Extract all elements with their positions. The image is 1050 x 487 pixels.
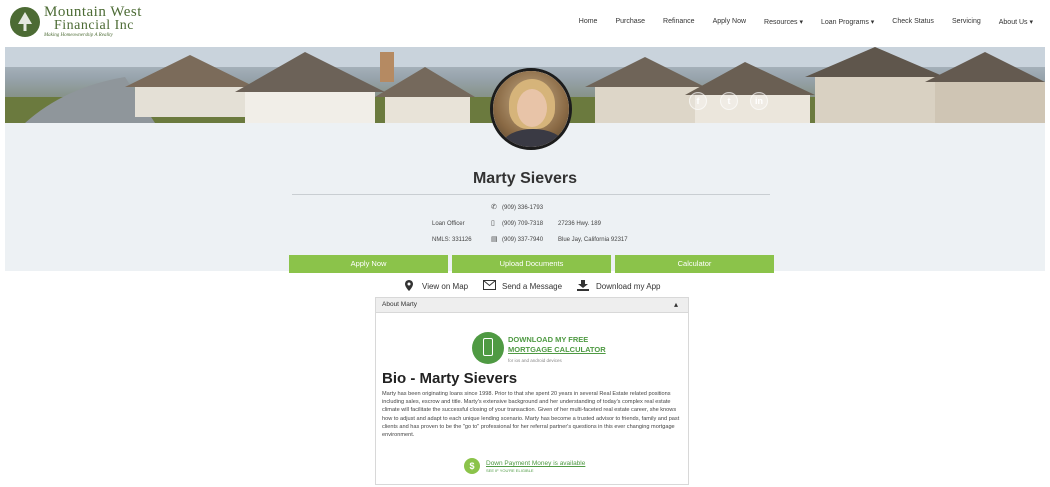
brand-tagline: Making Homeownership A Reality (44, 33, 113, 38)
mobile-icon: ▯ (491, 220, 495, 227)
download-app-link[interactable]: Download my App (596, 282, 660, 294)
address-line1: 27236 Hwy. 189 (558, 221, 601, 227)
twitter-icon[interactable]: t (720, 92, 738, 110)
down-payment-link[interactable]: Down Payment Money is available (486, 460, 585, 467)
nmls-number: NMLS: 331126 (432, 237, 472, 243)
bio-text: Marty has been originating loans since 1… (382, 391, 680, 439)
collapse-chevron-icon[interactable]: ▴ (674, 300, 678, 309)
calculator-app-icon (472, 332, 504, 364)
nav-refinance[interactable]: Refinance (654, 18, 704, 26)
address-line2: Blue Jay, California 92317 (558, 237, 628, 243)
main-nav: Home Purchase Refinance Apply Now Resour… (570, 18, 1042, 26)
nav-check-status[interactable]: Check Status (883, 18, 943, 26)
nav-home[interactable]: Home (570, 18, 607, 26)
apply-now-button[interactable]: Apply Now (289, 255, 448, 273)
phone-number[interactable]: (909) 336-1793 (502, 205, 543, 211)
site-logo[interactable]: Mountain West Financial Inc Making Homeo… (8, 5, 148, 41)
bio-heading: Bio - Marty Sievers (382, 370, 518, 387)
about-panel-header[interactable]: About Marty ▴ (376, 298, 688, 313)
mobile-number[interactable]: (909) 709-7318 (502, 221, 543, 227)
down-payment-subtext: SEE IF YOU'RE ELIGIBLE (486, 468, 534, 473)
about-panel: About Marty ▴ DOWNLOAD MY FREE MORTGAGE … (375, 297, 689, 485)
mortgage-calculator-promo[interactable]: DOWNLOAD MY FREE MORTGAGE CALCULATOR for… (472, 332, 606, 370)
brand-name-line2: Financial Inc (54, 18, 134, 33)
facebook-icon[interactable]: f (689, 92, 707, 110)
view-on-map-link[interactable]: View on Map (422, 282, 468, 294)
fax-icon: ▤ (491, 236, 498, 243)
fax-number: (909) 337-7940 (502, 237, 544, 243)
linkedin-icon[interactable]: in (750, 92, 768, 110)
loan-officer-title: Loan Officer (432, 221, 465, 227)
calc-promo-line3: for ios and android devices (508, 358, 562, 363)
nav-servicing[interactable]: Servicing (943, 18, 990, 26)
map-pin-icon[interactable] (405, 280, 413, 294)
about-panel-title: About Marty (382, 301, 418, 308)
send-message-link[interactable]: Send a Message (502, 282, 562, 294)
logo-tree-icon (10, 7, 40, 37)
calculator-button[interactable]: Calculator (615, 255, 774, 273)
nav-about-us[interactable]: About Us ▾ (990, 18, 1042, 26)
loan-officer-name: Marty Sievers (472, 170, 578, 187)
nav-purchase[interactable]: Purchase (606, 18, 654, 26)
download-icon[interactable] (577, 280, 589, 294)
loan-officer-avatar (490, 68, 572, 150)
nav-resources[interactable]: Resources ▾ (755, 18, 812, 26)
nav-loan-programs[interactable]: Loan Programs ▾ (812, 18, 883, 26)
calc-promo-line1: DOWNLOAD MY FREE (508, 335, 589, 344)
name-divider (292, 194, 770, 195)
envelope-icon[interactable] (483, 280, 496, 293)
upload-documents-button[interactable]: Upload Documents (452, 255, 611, 273)
phone-icon: ✆ (491, 204, 497, 211)
nav-apply-now[interactable]: Apply Now (704, 18, 755, 26)
down-payment-promo[interactable]: $ Down Payment Money is available SEE IF… (464, 458, 604, 478)
dollar-icon: $ (464, 458, 480, 474)
calc-promo-line2: MORTGAGE CALCULATOR (508, 345, 606, 354)
site-header: Mountain West Financial Inc Making Homeo… (0, 0, 1050, 47)
brand-name-line1: Mountain West (44, 4, 142, 20)
